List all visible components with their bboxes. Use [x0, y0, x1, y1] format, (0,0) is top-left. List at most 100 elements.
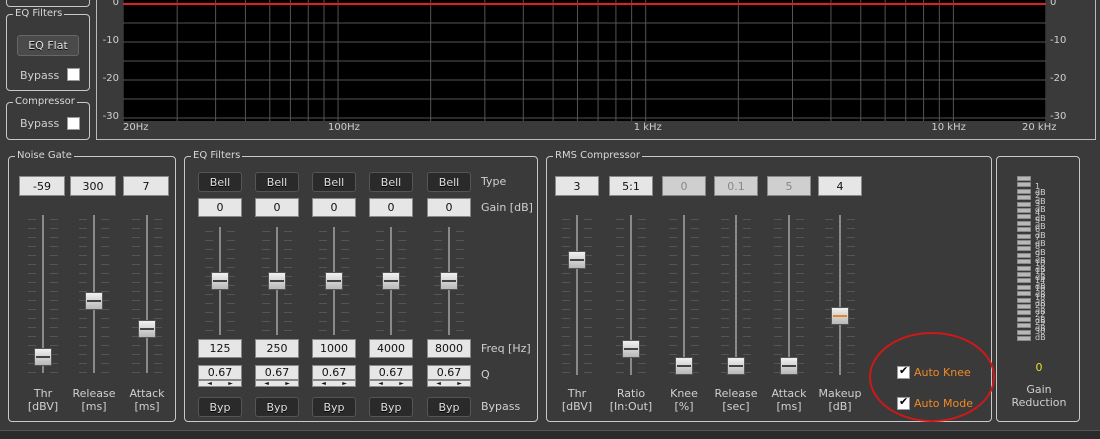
- tick-mark: [434, 249, 442, 250]
- noise-gate-release-value[interactable]: 300: [70, 176, 116, 196]
- noise-gate-attack-slider-knob[interactable]: [138, 320, 156, 338]
- noise-gate-thr-value[interactable]: -59: [19, 176, 65, 196]
- eq-band-q-value[interactable]: 0.67: [369, 365, 413, 380]
- eq-band-q-stepper[interactable]: ◄ ►: [369, 380, 413, 387]
- eq-band-bypass-button[interactable]: Byp: [427, 397, 471, 417]
- eq-band-gain-slider-knob[interactable]: [440, 272, 458, 290]
- eq-band-type-button[interactable]: Bell: [255, 172, 299, 192]
- eq-filters-panel: EQ Filters Bell 0 125 0.67 ◄ ► Byp Bell 0 250 0.67…: [184, 150, 538, 422]
- arrow-left-icon[interactable]: ◄: [378, 381, 383, 387]
- compressor-thr-slider-knob[interactable]: [568, 250, 586, 269]
- eq-band-gain-value[interactable]: 0: [427, 198, 471, 217]
- eq-band-q-value[interactable]: 0.67: [198, 365, 242, 380]
- arrow-right-icon[interactable]: ►: [285, 381, 290, 387]
- compressor-knee-value[interactable]: 0: [662, 176, 706, 196]
- arrow-right-icon[interactable]: ►: [342, 381, 347, 387]
- eq-band-q-value[interactable]: 0.67: [255, 365, 299, 380]
- eq-band-gain-value[interactable]: 0: [255, 198, 299, 217]
- tick-mark: [101, 246, 109, 247]
- tick-mark: [562, 282, 570, 283]
- tick-mark: [638, 282, 646, 283]
- meter-segment: [1017, 297, 1031, 303]
- tick-mark: [796, 264, 804, 265]
- eq-response-graph[interactable]: 0 -10 -20 -30 0 -10 -20 -30 20Hz 100Hz 1 kHz 10 k…: [96, 0, 1096, 140]
- compressor-makeup-value[interactable]: 4: [818, 176, 862, 196]
- noise-gate-attack-value[interactable]: 7: [123, 176, 169, 196]
- eq-band-type-button[interactable]: Bell: [427, 172, 471, 192]
- eq-band-gain-value[interactable]: 0: [369, 198, 413, 217]
- arrow-left-icon[interactable]: ◄: [264, 381, 269, 387]
- tick-mark: [774, 327, 782, 328]
- eq-band-gain-slider-knob[interactable]: [211, 272, 229, 290]
- tick-mark: [774, 318, 782, 319]
- eq-band-q-stepper[interactable]: ◄ ►: [427, 380, 471, 387]
- tick-mark: [398, 294, 406, 295]
- tick-mark: [398, 249, 406, 250]
- noise-gate-release-slider-knob[interactable]: [85, 292, 103, 310]
- eq-band-gain-slider-knob[interactable]: [268, 272, 286, 290]
- tick-mark: [28, 309, 36, 310]
- eq-band-q-value[interactable]: 0.67: [427, 365, 471, 380]
- eq-band-freq-value[interactable]: 1000: [312, 339, 356, 358]
- compressor-release-value[interactable]: 0.1: [714, 176, 758, 196]
- compressor-attack-value[interactable]: 5: [767, 176, 811, 196]
- arrow-left-icon[interactable]: ◄: [436, 381, 441, 387]
- arrow-right-icon[interactable]: ►: [228, 381, 233, 387]
- tick-mark: [101, 354, 109, 355]
- tick-mark: [796, 300, 804, 301]
- eq-band-freq-value[interactable]: 250: [255, 339, 299, 358]
- eq-flat-button[interactable]: EQ Flat: [17, 35, 79, 56]
- eq-band-freq-value[interactable]: 125: [198, 339, 242, 358]
- tick-mark: [691, 318, 699, 319]
- eq-band-bypass-button[interactable]: Byp: [369, 397, 413, 417]
- eq-band-gain-slider-knob[interactable]: [382, 272, 400, 290]
- arrow-right-icon[interactable]: ►: [399, 381, 404, 387]
- eq-band-q-value[interactable]: 0.67: [312, 365, 356, 380]
- tick-mark: [398, 258, 406, 259]
- tick-mark: [79, 273, 87, 274]
- eq-band-freq-value[interactable]: 8000: [427, 339, 471, 358]
- eq-band-type-button[interactable]: Bell: [198, 172, 242, 192]
- noise-gate-attack-label: Attack: [129, 387, 165, 400]
- eq-band-type-button[interactable]: Bell: [312, 172, 356, 192]
- tick-mark: [398, 240, 406, 241]
- eq-band-bypass-button[interactable]: Byp: [198, 397, 242, 417]
- meter-segment: [1017, 272, 1031, 277]
- eq-band-type-button[interactable]: Bell: [369, 172, 413, 192]
- eq-band-q-stepper[interactable]: ◄ ►: [312, 380, 356, 387]
- noise-gate-thr-slider-knob[interactable]: [34, 348, 52, 366]
- arrow-left-icon[interactable]: ◄: [207, 381, 212, 387]
- compressor-knee-slider-knob[interactable]: [675, 357, 693, 375]
- arrow-left-icon[interactable]: ◄: [321, 381, 326, 387]
- tick-mark: [79, 345, 87, 346]
- tick-mark: [825, 354, 833, 355]
- eq-band-gain-slider-knob[interactable]: [325, 272, 343, 290]
- eq-band-gain-value[interactable]: 0: [312, 198, 356, 217]
- compressor-makeup-slider-knob[interactable]: [831, 307, 849, 326]
- eq-bypass-checkbox[interactable]: [67, 68, 80, 81]
- tick-mark: [691, 300, 699, 301]
- tick-mark: [691, 336, 699, 337]
- eq-band-q-stepper[interactable]: ◄ ►: [255, 380, 299, 387]
- eq-band-q-stepper[interactable]: ◄ ►: [198, 380, 242, 387]
- compressor-knee-slider-ticks: [669, 215, 699, 375]
- compressor-ratio-value[interactable]: 5:1: [609, 176, 653, 196]
- eq-band-bypass-button[interactable]: Byp: [312, 397, 356, 417]
- tick-mark: [743, 237, 751, 238]
- tick-mark: [434, 240, 442, 241]
- eq-band-freq-value[interactable]: 4000: [369, 339, 413, 358]
- compressor-thr-value[interactable]: 3: [555, 176, 599, 196]
- tick-mark: [721, 291, 729, 292]
- rms-compressor-panel: RMS Compressor ✔ Auto Knee ✔ Auto Mode 3…: [546, 150, 995, 422]
- tick-mark: [774, 336, 782, 337]
- tick-mark: [50, 327, 58, 328]
- tick-mark: [284, 303, 292, 304]
- compressor-attack-slider-knob[interactable]: [780, 357, 798, 375]
- eq-band-gain-value[interactable]: 0: [198, 198, 242, 217]
- eq-band-bypass-button[interactable]: Byp: [255, 397, 299, 417]
- tick-mark: [132, 291, 140, 292]
- arrow-right-icon[interactable]: ►: [457, 381, 462, 387]
- compressor-bypass-checkbox[interactable]: [67, 117, 80, 130]
- compressor-ratio-slider-knob[interactable]: [622, 339, 640, 358]
- compressor-release-slider-knob[interactable]: [727, 357, 745, 375]
